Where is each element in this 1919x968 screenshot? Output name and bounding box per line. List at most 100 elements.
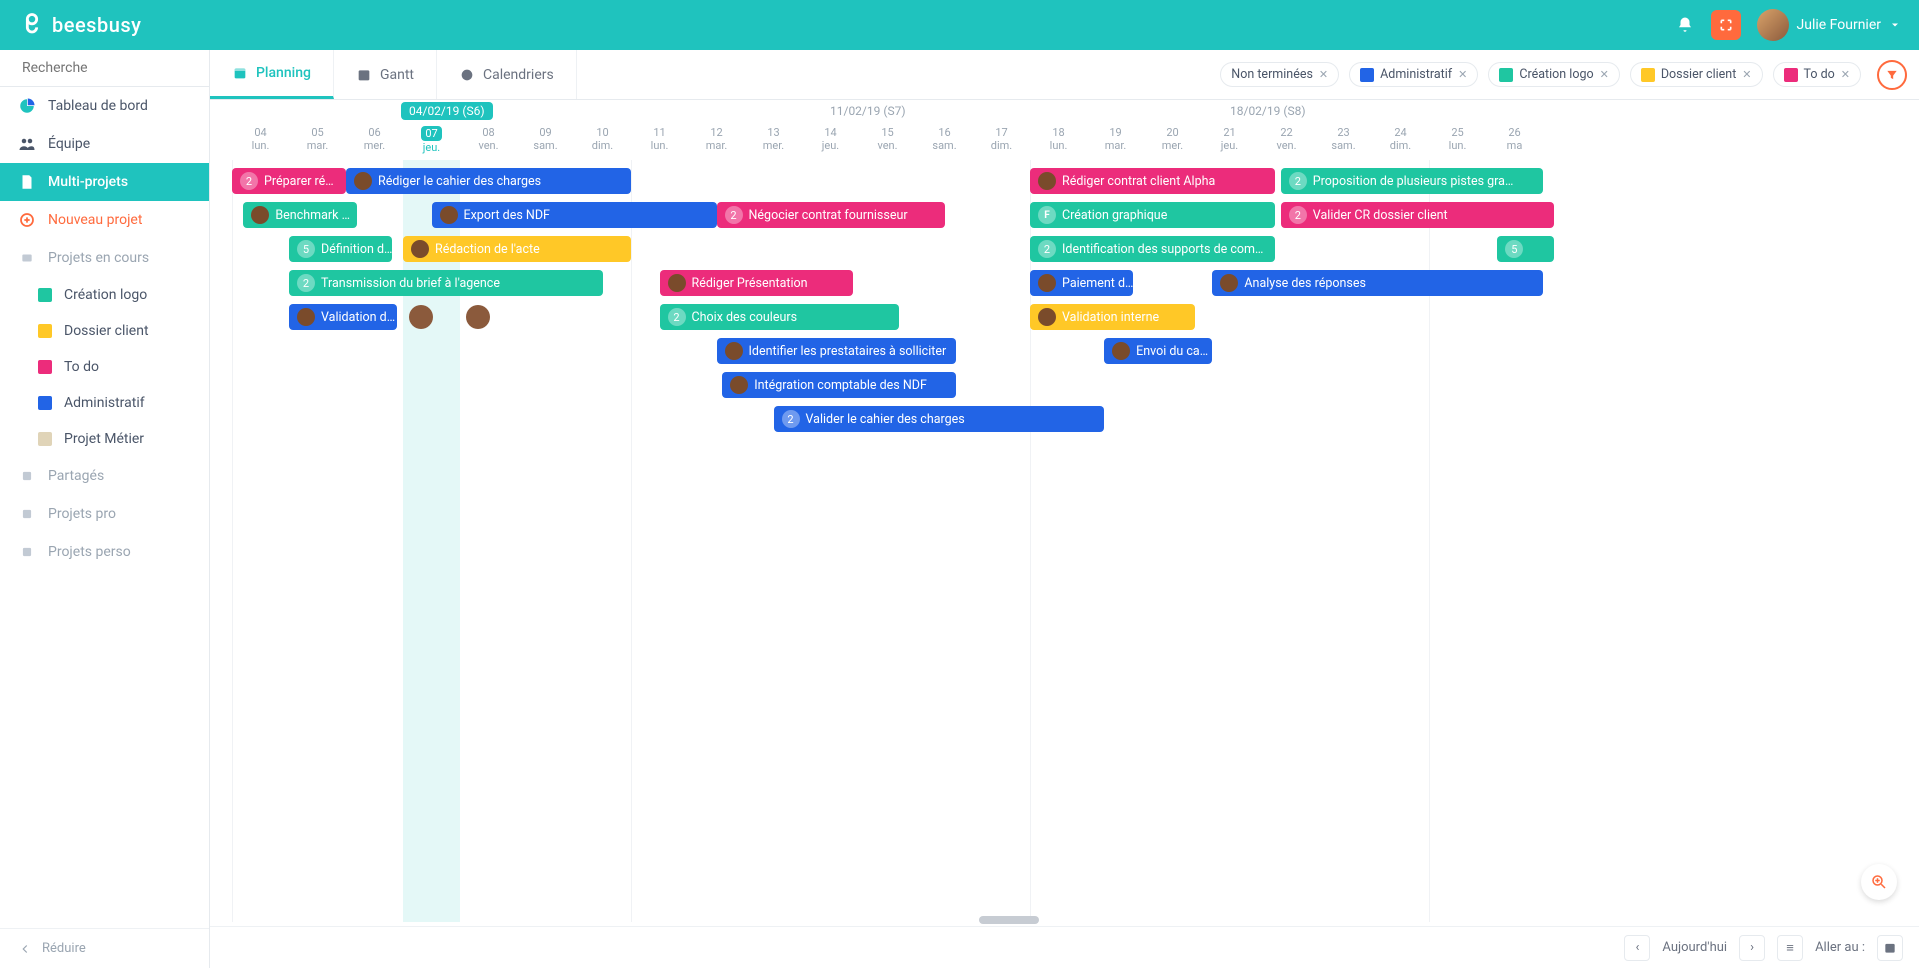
tab-gantt[interactable]: Gantt bbox=[334, 50, 437, 99]
task-bar[interactable]: Envoi du ca… bbox=[1104, 338, 1212, 364]
tab-planning[interactable]: Planning bbox=[210, 50, 334, 99]
task-bar[interactable]: 2Proposition de plusieurs pistes gra… bbox=[1281, 168, 1543, 194]
avatar-icon bbox=[440, 206, 458, 224]
task-bar[interactable]: 2Choix des couleurs bbox=[660, 304, 899, 330]
chip-project[interactable]: To do✕ bbox=[1773, 62, 1861, 87]
sidebar-item-dashboard[interactable]: Tableau de bord bbox=[0, 87, 209, 125]
task-bar[interactable]: Paiement d… bbox=[1030, 270, 1133, 296]
briefcase-icon bbox=[38, 360, 52, 374]
sidebar-section-current[interactable]: Projets en cours bbox=[0, 239, 209, 277]
today-label[interactable]: Aujourd'hui bbox=[1662, 940, 1727, 955]
sidebar-item-label: Partagés bbox=[48, 468, 104, 484]
sidebar-item-label: Projets en cours bbox=[48, 250, 149, 266]
briefcase-icon bbox=[1641, 68, 1655, 82]
task-bar[interactable]: Validation d… bbox=[289, 304, 397, 330]
sidebar-item-label: Projet Métier bbox=[64, 431, 144, 447]
day-header: 19mar. bbox=[1087, 126, 1144, 160]
sidebar-item-new-project[interactable]: Nouveau projet bbox=[0, 201, 209, 239]
chip-project[interactable]: Dossier client ✕ bbox=[1630, 62, 1763, 87]
datepicker-button[interactable] bbox=[1877, 935, 1903, 961]
task-bar[interactable]: Export des NDF bbox=[432, 202, 717, 228]
close-icon[interactable]: ✕ bbox=[1742, 68, 1751, 81]
task-bar[interactable]: Validation interne bbox=[1030, 304, 1195, 330]
horizontal-scrollbar[interactable] bbox=[210, 912, 1919, 926]
chip-label: Dossier client bbox=[1661, 67, 1736, 82]
task-bar[interactable]: Identifier les prestataires à solliciter bbox=[717, 338, 956, 364]
menu-button[interactable]: ≡ bbox=[1777, 935, 1803, 961]
chip-project[interactable]: Administratif✕ bbox=[1349, 62, 1478, 87]
chip-project[interactable]: Création logo✕ bbox=[1488, 62, 1619, 87]
close-icon[interactable]: ✕ bbox=[1319, 68, 1328, 81]
sidebar-section-perso[interactable]: Projets perso bbox=[0, 533, 209, 571]
avatar-icon bbox=[1038, 172, 1056, 190]
close-icon[interactable]: ✕ bbox=[1600, 68, 1609, 81]
team-icon bbox=[18, 135, 36, 153]
task-label: Validation interne bbox=[1062, 310, 1159, 325]
sidebar-section-shared[interactable]: Partagés bbox=[0, 457, 209, 495]
avatar-icon bbox=[1038, 308, 1056, 326]
scroll-thumb[interactable] bbox=[979, 916, 1039, 924]
task-label: Valider le cahier des charges bbox=[806, 412, 965, 427]
task-bar[interactable]: 2Valider le cahier des charges bbox=[774, 406, 1105, 432]
task-bar[interactable]: Analyse des réponses bbox=[1212, 270, 1543, 296]
chip-done[interactable]: Non terminées ✕ bbox=[1220, 62, 1339, 87]
sidebar-project[interactable]: Projet Métier bbox=[0, 421, 209, 457]
bell-icon[interactable] bbox=[1675, 15, 1695, 35]
close-icon[interactable]: ✕ bbox=[1841, 68, 1850, 81]
close-icon[interactable]: ✕ bbox=[1458, 68, 1467, 81]
zoom-icon bbox=[1870, 873, 1888, 891]
task-label: Identifier les prestataires à solliciter bbox=[749, 344, 947, 359]
tab-calendars[interactable]: Calendriers bbox=[437, 50, 577, 99]
briefcase-icon bbox=[1784, 68, 1798, 82]
avatar-icon[interactable] bbox=[409, 305, 433, 329]
task-bar[interactable]: 2Préparer ré… bbox=[232, 168, 346, 194]
prev-button[interactable]: ‹ bbox=[1624, 935, 1650, 961]
document-icon bbox=[18, 173, 36, 191]
task-label: Identification des supports de com… bbox=[1062, 242, 1263, 257]
day-header: 24dim. bbox=[1372, 126, 1429, 160]
task-label: Création graphique bbox=[1062, 208, 1167, 223]
sidebar-item-label: Équipe bbox=[48, 136, 90, 152]
task-bar[interactable]: Benchmark … bbox=[243, 202, 357, 228]
next-button[interactable]: › bbox=[1739, 935, 1765, 961]
brand-logo[interactable]: beesbusy bbox=[18, 11, 141, 39]
sidebar-project[interactable]: Création logo bbox=[0, 277, 209, 313]
task-bar[interactable]: 2Valider CR dossier client bbox=[1281, 202, 1555, 228]
task-bar[interactable]: 2Transmission du brief à l'agence bbox=[289, 270, 603, 296]
footer-bar: ‹ Aujourd'hui › ≡ Aller au : bbox=[210, 926, 1919, 968]
chip-label: Non terminées bbox=[1231, 67, 1313, 82]
task-bar[interactable]: FCréation graphique bbox=[1030, 202, 1275, 228]
task-label: Intégration comptable des NDF bbox=[754, 378, 927, 393]
task-bar[interactable]: Intégration comptable des NDF bbox=[722, 372, 956, 398]
sidebar-project[interactable]: Administratif bbox=[0, 385, 209, 421]
task-bar[interactable]: Rédiger le cahier des charges bbox=[346, 168, 631, 194]
avatar-icon bbox=[1220, 274, 1238, 292]
task-label: Valider CR dossier client bbox=[1313, 208, 1448, 223]
sidebar-section-pro[interactable]: Projets pro bbox=[0, 495, 209, 533]
sidebar-collapse[interactable]: Réduire bbox=[0, 928, 209, 968]
task-bar[interactable]: Rédiger contrat client Alpha bbox=[1030, 168, 1275, 194]
task-bar[interactable]: 5Définition d… bbox=[289, 236, 392, 262]
count-badge: 5 bbox=[1505, 240, 1523, 258]
count-badge: 2 bbox=[668, 308, 686, 326]
sidebar-item-team[interactable]: Équipe bbox=[0, 125, 209, 163]
sidebar-project[interactable]: Dossier client bbox=[0, 313, 209, 349]
filter-button[interactable] bbox=[1877, 60, 1907, 90]
task-bar[interactable]: Rédaction de l'acte bbox=[403, 236, 631, 262]
main: Planning Gantt Calendriers Non terminées… bbox=[210, 50, 1919, 968]
zoom-button[interactable] bbox=[1861, 864, 1897, 900]
expand-icon[interactable] bbox=[1711, 10, 1741, 40]
avatar-icon[interactable] bbox=[466, 305, 490, 329]
sidebar-item-label: Dossier client bbox=[64, 323, 149, 339]
sidebar-item-label: Nouveau projet bbox=[48, 212, 142, 228]
header-actions: Julie Fournier bbox=[1675, 9, 1902, 41]
task-bar[interactable]: 5 bbox=[1497, 236, 1554, 262]
task-bar[interactable]: Rédiger Présentation bbox=[660, 270, 854, 296]
search-input[interactable] bbox=[22, 60, 200, 76]
user-menu[interactable]: Julie Fournier bbox=[1757, 9, 1902, 41]
day-header: 17dim. bbox=[973, 126, 1030, 160]
sidebar-item-multi[interactable]: Multi-projets bbox=[0, 163, 209, 201]
task-bar[interactable]: 2Négocier contrat fournisseur bbox=[717, 202, 945, 228]
task-bar[interactable]: 2Identification des supports de com… bbox=[1030, 236, 1275, 262]
sidebar-project[interactable]: To do bbox=[0, 349, 209, 385]
